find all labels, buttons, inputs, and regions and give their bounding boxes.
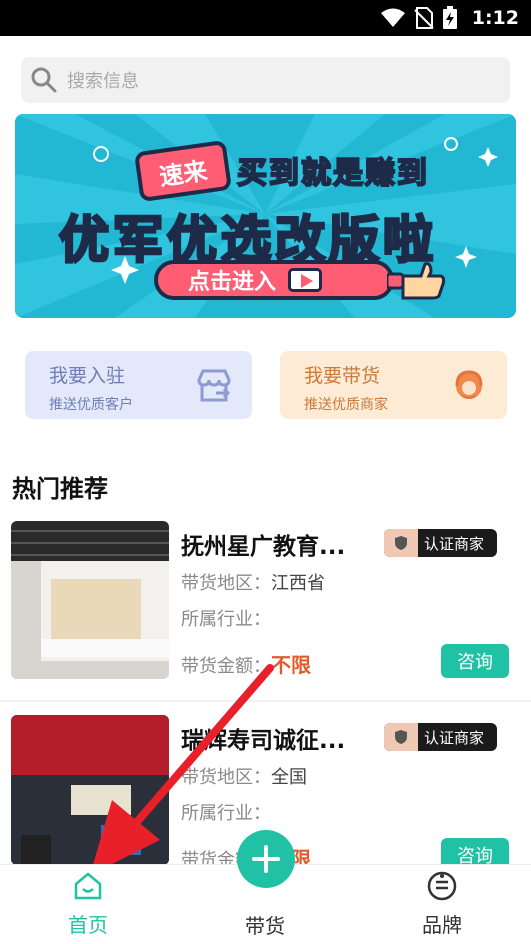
banner-enter-button[interactable]: 点击进入 bbox=[154, 260, 394, 300]
search-bar[interactable]: 搜索信息 bbox=[21, 57, 510, 103]
thumbs-up-icon bbox=[387, 262, 446, 300]
no-sim-icon bbox=[414, 7, 434, 29]
listing-name: 瑞辉寿司诚征... bbox=[181, 728, 346, 754]
search-placeholder: 搜索信息 bbox=[67, 71, 139, 92]
wifi-icon bbox=[380, 8, 405, 27]
region-label: 带货地区： bbox=[181, 767, 271, 788]
listing-thumbnail bbox=[11, 521, 169, 679]
promo-banner[interactable]: 速来 买到就是赚到 优军优选改版啦 点击进入 bbox=[15, 114, 516, 318]
thumbnail-image bbox=[11, 715, 169, 865]
join-card[interactable]: 我要入驻 推送优质客户 bbox=[25, 351, 252, 419]
verified-badge: 认证商家 bbox=[384, 529, 497, 557]
clock: 1:12 bbox=[471, 7, 519, 29]
badge-label: 认证商家 bbox=[424, 728, 485, 747]
consult-button[interactable]: 咨询 bbox=[441, 644, 509, 678]
shield-icon bbox=[384, 723, 418, 751]
battery-charging-icon bbox=[442, 6, 457, 29]
tab-home-label: 首页 bbox=[68, 913, 108, 937]
search-icon bbox=[31, 67, 57, 93]
region-row: 带货地区：江西省 bbox=[181, 569, 325, 595]
storefront-icon bbox=[197, 369, 231, 402]
customer-service-icon bbox=[455, 370, 483, 399]
brand-icon bbox=[427, 871, 457, 901]
region-value: 全国 bbox=[271, 767, 307, 788]
tab-brand[interactable]: 品牌 bbox=[392, 871, 492, 938]
verified-badge: 认证商家 bbox=[384, 723, 497, 751]
play-icon bbox=[288, 268, 323, 292]
home-icon bbox=[74, 872, 102, 900]
plus-icon bbox=[252, 845, 280, 873]
banner-button-label: 点击进入 bbox=[188, 270, 277, 295]
amount-value: 不限 bbox=[271, 653, 311, 677]
banner-subtitle: 买到就是赚到 bbox=[236, 155, 429, 192]
divider bbox=[0, 700, 531, 702]
industry-label: 所属行业： bbox=[181, 803, 271, 824]
shield-icon bbox=[384, 529, 418, 557]
listing-name: 抚州星广教育... bbox=[181, 534, 346, 560]
region-row: 带货地区：全国 bbox=[181, 763, 307, 789]
status-bar: 1:12 bbox=[0, 0, 531, 36]
industry-row: 所属行业： bbox=[181, 799, 271, 825]
tab-home[interactable]: 首页 bbox=[38, 871, 138, 938]
industry-label: 所属行业： bbox=[181, 609, 271, 630]
thumbnail-image bbox=[11, 521, 169, 679]
industry-row: 所属行业： bbox=[181, 605, 271, 631]
tab-brand-label: 品牌 bbox=[422, 913, 462, 937]
badge-label: 认证商家 bbox=[424, 534, 485, 553]
section-title: 热门推荐 bbox=[12, 475, 108, 503]
tab-sell[interactable] bbox=[237, 830, 295, 888]
list-item[interactable]: 抚州星广教育... 认证商家 带货地区：江西省 所属行业： 带货金额：不限 咨询 bbox=[0, 521, 531, 701]
region-label: 带货地区： bbox=[181, 573, 271, 594]
region-value: 江西省 bbox=[271, 573, 325, 594]
sell-card[interactable]: 我要带货 推送优质商家 bbox=[280, 351, 507, 419]
tab-sell-label: 带货 bbox=[245, 914, 285, 938]
amount-row: 带货金额：不限 bbox=[181, 649, 311, 678]
listing-thumbnail bbox=[11, 715, 169, 865]
amount-label: 带货金额： bbox=[181, 656, 271, 677]
